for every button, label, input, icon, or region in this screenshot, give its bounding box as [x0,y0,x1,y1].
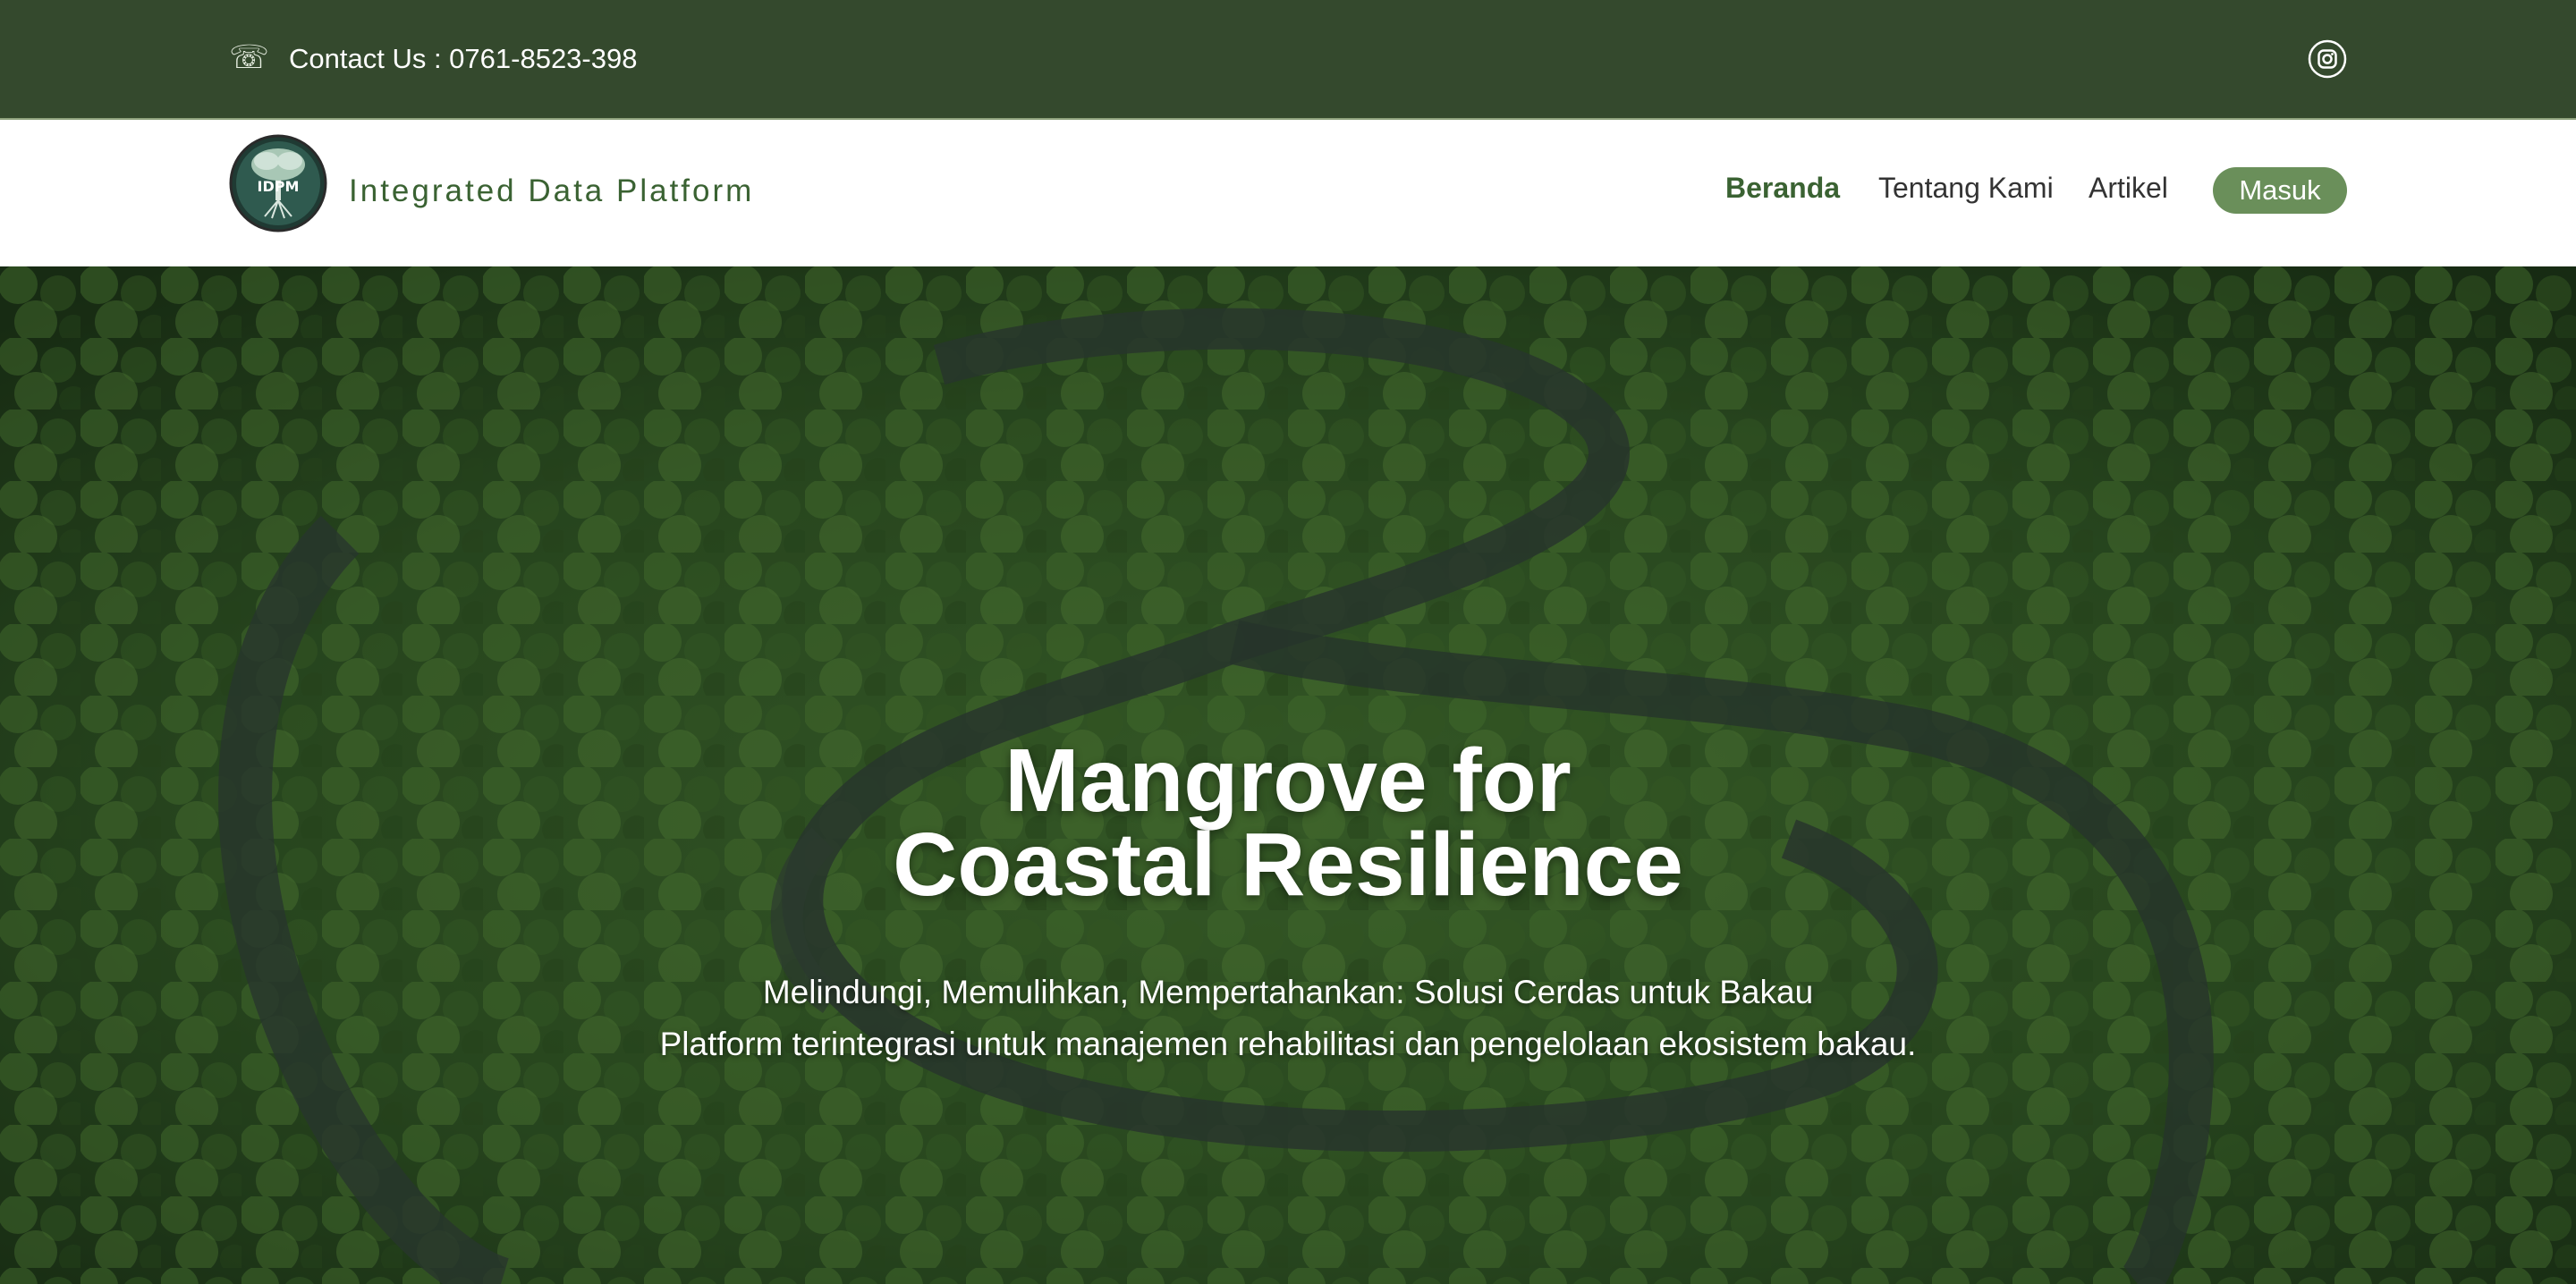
logo-text: IDPM [258,178,300,195]
hero-section: Mangrove for Coastal Resilience Melindun… [0,266,2576,1284]
logo[interactable]: IDPM [229,134,327,232]
hero-subtitle-1: Melindungi, Memulihkan, Mempertahankan: … [762,974,1814,1010]
hero-subtitle-2: Platform terintegrasi untuk manajemen re… [659,1026,1917,1062]
nav-item-artikel[interactable]: Artikel [2089,166,2168,209]
login-button[interactable]: Masuk [2213,167,2347,214]
top-contact-bar: ☏ Contact Us : 0761-8523-398 [0,0,2576,120]
contact-text: Contact Us : 0761-8523-398 [289,43,638,74]
instagram-icon[interactable] [2308,39,2347,79]
hero-title-line-2: Coastal Resilience [893,815,1683,915]
phone-icon: ☏ [229,38,270,75]
nav-item-beranda[interactable]: Beranda [1725,166,1840,209]
brand-name[interactable]: Integrated Data Platform [349,170,754,213]
nav-item-tentang-kami[interactable]: Tentang Kami [1878,166,2054,209]
